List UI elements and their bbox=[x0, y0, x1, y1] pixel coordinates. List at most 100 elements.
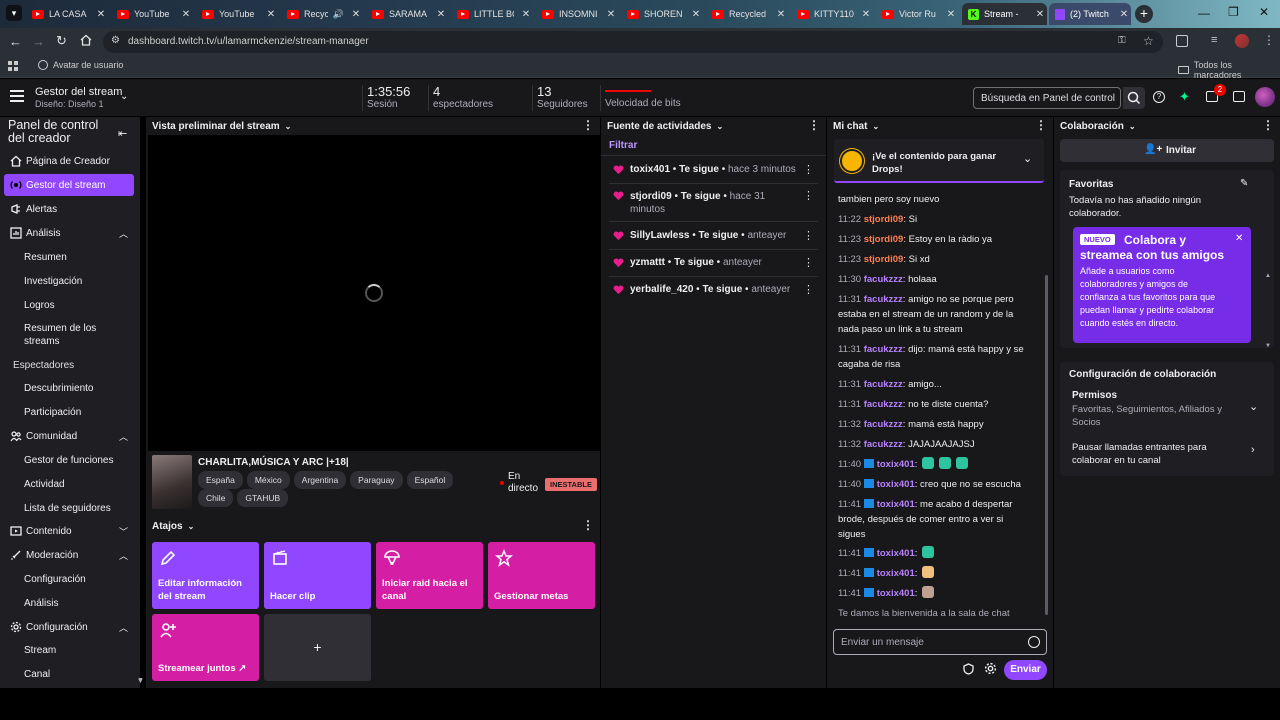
chat-username[interactable]: stjordi09 bbox=[864, 254, 904, 265]
browser-tab[interactable]: SARAMA ✕ bbox=[366, 3, 448, 25]
chat-username[interactable]: stjordi09 bbox=[864, 214, 904, 225]
sidebar-item-community[interactable]: Comunidad ︿ bbox=[0, 425, 140, 447]
sidebar-item-feature-manager[interactable]: Gestor de funciones bbox=[0, 449, 140, 471]
browser-tab[interactable]: Recycl🔊✕ bbox=[281, 3, 363, 25]
forward-icon[interactable]: → bbox=[32, 34, 45, 49]
search-icon[interactable] bbox=[1123, 87, 1145, 109]
close-icon[interactable]: ✕ bbox=[179, 9, 193, 20]
more-options-icon[interactable]: ⋮ bbox=[803, 283, 814, 296]
help-icon[interactable]: ? bbox=[1153, 91, 1165, 103]
collab-header[interactable]: Colaboración ⌄ ⋮ bbox=[1054, 117, 1280, 135]
close-icon[interactable]: ✕ bbox=[774, 9, 788, 20]
sidebar-item-creator-page[interactable]: Página de Creador bbox=[0, 150, 140, 172]
new-tab-button[interactable]: + bbox=[1135, 5, 1153, 23]
sidebar-item-analytics[interactable]: Análisis ︿ bbox=[0, 222, 140, 244]
chat-username[interactable]: toxix401 bbox=[877, 588, 915, 599]
sidebar-item-content[interactable]: Contenido ﹀ bbox=[0, 520, 140, 542]
more-options-icon[interactable]: ⋮ bbox=[808, 118, 820, 132]
invite-button[interactable]: 👤+ Invitar bbox=[1060, 139, 1274, 162]
key-icon[interactable]: ⚿ bbox=[1118, 35, 1126, 46]
manage-goals-button[interactable]: Gestionar metas bbox=[488, 542, 595, 609]
sidebar-item-summary[interactable]: Resumen bbox=[0, 246, 140, 268]
close-icon[interactable]: ✕ bbox=[434, 9, 448, 20]
tab-list-chevron-icon[interactable]: ▾ bbox=[6, 5, 22, 21]
browser-tab[interactable]: SHOREN ✕ bbox=[621, 3, 703, 25]
sidebar-item-mod-settings[interactable]: Configuración bbox=[0, 568, 140, 590]
close-icon[interactable]: ✕ bbox=[859, 9, 873, 20]
hamburger-icon[interactable] bbox=[10, 90, 24, 102]
browser-tab[interactable]: YouTube ✕ bbox=[111, 3, 193, 25]
browser-tab[interactable]: Recycled ✕ bbox=[706, 3, 788, 25]
audio-icon[interactable]: 🔊 bbox=[333, 9, 344, 20]
media-icon[interactable]: ≡ bbox=[1211, 34, 1217, 46]
permissions-row[interactable]: Permisos Favoritas, Seguimientos, Afilia… bbox=[1060, 388, 1274, 428]
make-clip-button[interactable]: Hacer clip bbox=[264, 542, 371, 609]
profile-avatar[interactable] bbox=[1235, 34, 1249, 48]
close-icon[interactable]: ✕ bbox=[944, 9, 958, 20]
bookmark-avatar[interactable]: Avatar de usuario bbox=[38, 60, 123, 70]
chevron-down-icon[interactable]: ⌄ bbox=[1023, 152, 1032, 165]
minimize-button[interactable]: — bbox=[1198, 6, 1210, 20]
close-icon[interactable]: ✕ bbox=[519, 9, 533, 20]
video-player[interactable] bbox=[148, 135, 600, 451]
emote-picker-icon[interactable] bbox=[1028, 636, 1040, 648]
edit-stream-info-button[interactable]: Editar información del stream bbox=[152, 542, 259, 609]
browser-tab-twitch[interactable]: (2) Twitch ✕ bbox=[1049, 3, 1131, 25]
close-window-button[interactable]: ✕ bbox=[1259, 5, 1269, 19]
sidebar-item-stream[interactable]: Stream bbox=[0, 639, 140, 661]
collab-scroll-down[interactable]: ▼ bbox=[1265, 343, 1271, 349]
browser-tab[interactable]: YouTube ✕ bbox=[196, 3, 278, 25]
close-icon[interactable]: ✕ bbox=[94, 9, 108, 20]
extensions-tw-icon[interactable]: ✦ bbox=[1179, 89, 1190, 105]
chat-username[interactable]: facukzzz bbox=[864, 399, 903, 410]
emote-icon[interactable] bbox=[922, 586, 935, 598]
preview-header[interactable]: Vista preliminar del stream ⌄ ⋮ bbox=[146, 117, 600, 135]
browser-tab-active[interactable]: K Stream - ✕ bbox=[962, 3, 1047, 25]
emote-icon[interactable] bbox=[939, 457, 952, 469]
chat-username[interactable]: facukzzz bbox=[864, 344, 903, 355]
more-options-icon[interactable]: ⋮ bbox=[803, 163, 814, 176]
user-avatar[interactable] bbox=[1255, 87, 1275, 107]
sidebar-item-follower-list[interactable]: Lista de seguidores bbox=[0, 497, 140, 519]
sidebar-item-channel[interactable]: Canal bbox=[0, 663, 140, 685]
stream-together-button[interactable]: Streamear juntos ↗ bbox=[152, 614, 259, 681]
shield-icon[interactable] bbox=[963, 663, 974, 675]
chat-scrollbar[interactable] bbox=[1045, 275, 1048, 615]
chat-username[interactable]: toxix401 bbox=[877, 459, 915, 470]
tag[interactable]: GTAHUB bbox=[237, 489, 289, 507]
chat-username[interactable]: toxix401 bbox=[877, 479, 915, 490]
gear-icon[interactable] bbox=[984, 662, 997, 675]
activity-header[interactable]: Fuente de actividades ⌄ ⋮ bbox=[601, 117, 826, 135]
chat-username[interactable]: stjordi09 bbox=[864, 234, 904, 245]
chat-username[interactable]: facukzzz bbox=[864, 294, 903, 305]
sidebar-item-stream-summary[interactable]: Resumen de los streams bbox=[0, 320, 140, 350]
layout-dropdown-chevron-icon[interactable]: ⌄ bbox=[120, 91, 128, 102]
close-icon[interactable]: ✕ bbox=[264, 9, 278, 20]
more-options-icon[interactable]: ⋮ bbox=[582, 118, 594, 132]
chat-username[interactable]: toxix401 bbox=[877, 568, 915, 579]
chat-username[interactable]: facukzzz bbox=[864, 439, 903, 450]
tag[interactable]: México bbox=[246, 471, 290, 489]
start-raid-button[interactable]: Iniciar raid hacia el canal bbox=[376, 542, 483, 609]
chat-header[interactable]: Mi chat ⌄ ⋮ bbox=[827, 117, 1053, 135]
sidebar-item-settings[interactable]: Configuración ︿ bbox=[0, 616, 140, 638]
add-shortcut-button[interactable]: + bbox=[264, 614, 371, 681]
chat-username[interactable]: facukzzz bbox=[864, 379, 903, 390]
sidebar-item-mod-analytics[interactable]: Análisis bbox=[0, 592, 140, 614]
shortcuts-header[interactable]: Atajos ⌄ ⋮ bbox=[146, 517, 600, 535]
close-icon[interactable]: ✕ bbox=[689, 9, 703, 20]
sidebar-item-discovery[interactable]: Descubrimiento bbox=[0, 377, 140, 399]
drops-banner[interactable]: ¡Ve el contenido para ganar Drops! ⌄ bbox=[834, 139, 1044, 183]
chat-username[interactable]: toxix401 bbox=[877, 548, 915, 559]
browser-tab[interactable]: INSOMNI ✕ bbox=[536, 3, 618, 25]
browser-tab[interactable]: LA CASA D✕ bbox=[26, 3, 108, 25]
browser-tab[interactable]: Victor Ru ✕ bbox=[876, 3, 958, 25]
chat-input[interactable]: Enviar un mensaje bbox=[833, 629, 1047, 655]
tag[interactable]: Español bbox=[406, 471, 454, 489]
collapse-sidebar-icon[interactable]: ⇤ bbox=[118, 127, 127, 140]
filter-link[interactable]: Filtrar bbox=[609, 140, 637, 151]
sidebar-item-alerts[interactable]: Alertas bbox=[0, 198, 140, 220]
apps-icon[interactable] bbox=[8, 61, 18, 71]
collab-scroll-up[interactable]: ▲ bbox=[1265, 273, 1271, 279]
tag[interactable]: España bbox=[198, 471, 243, 489]
